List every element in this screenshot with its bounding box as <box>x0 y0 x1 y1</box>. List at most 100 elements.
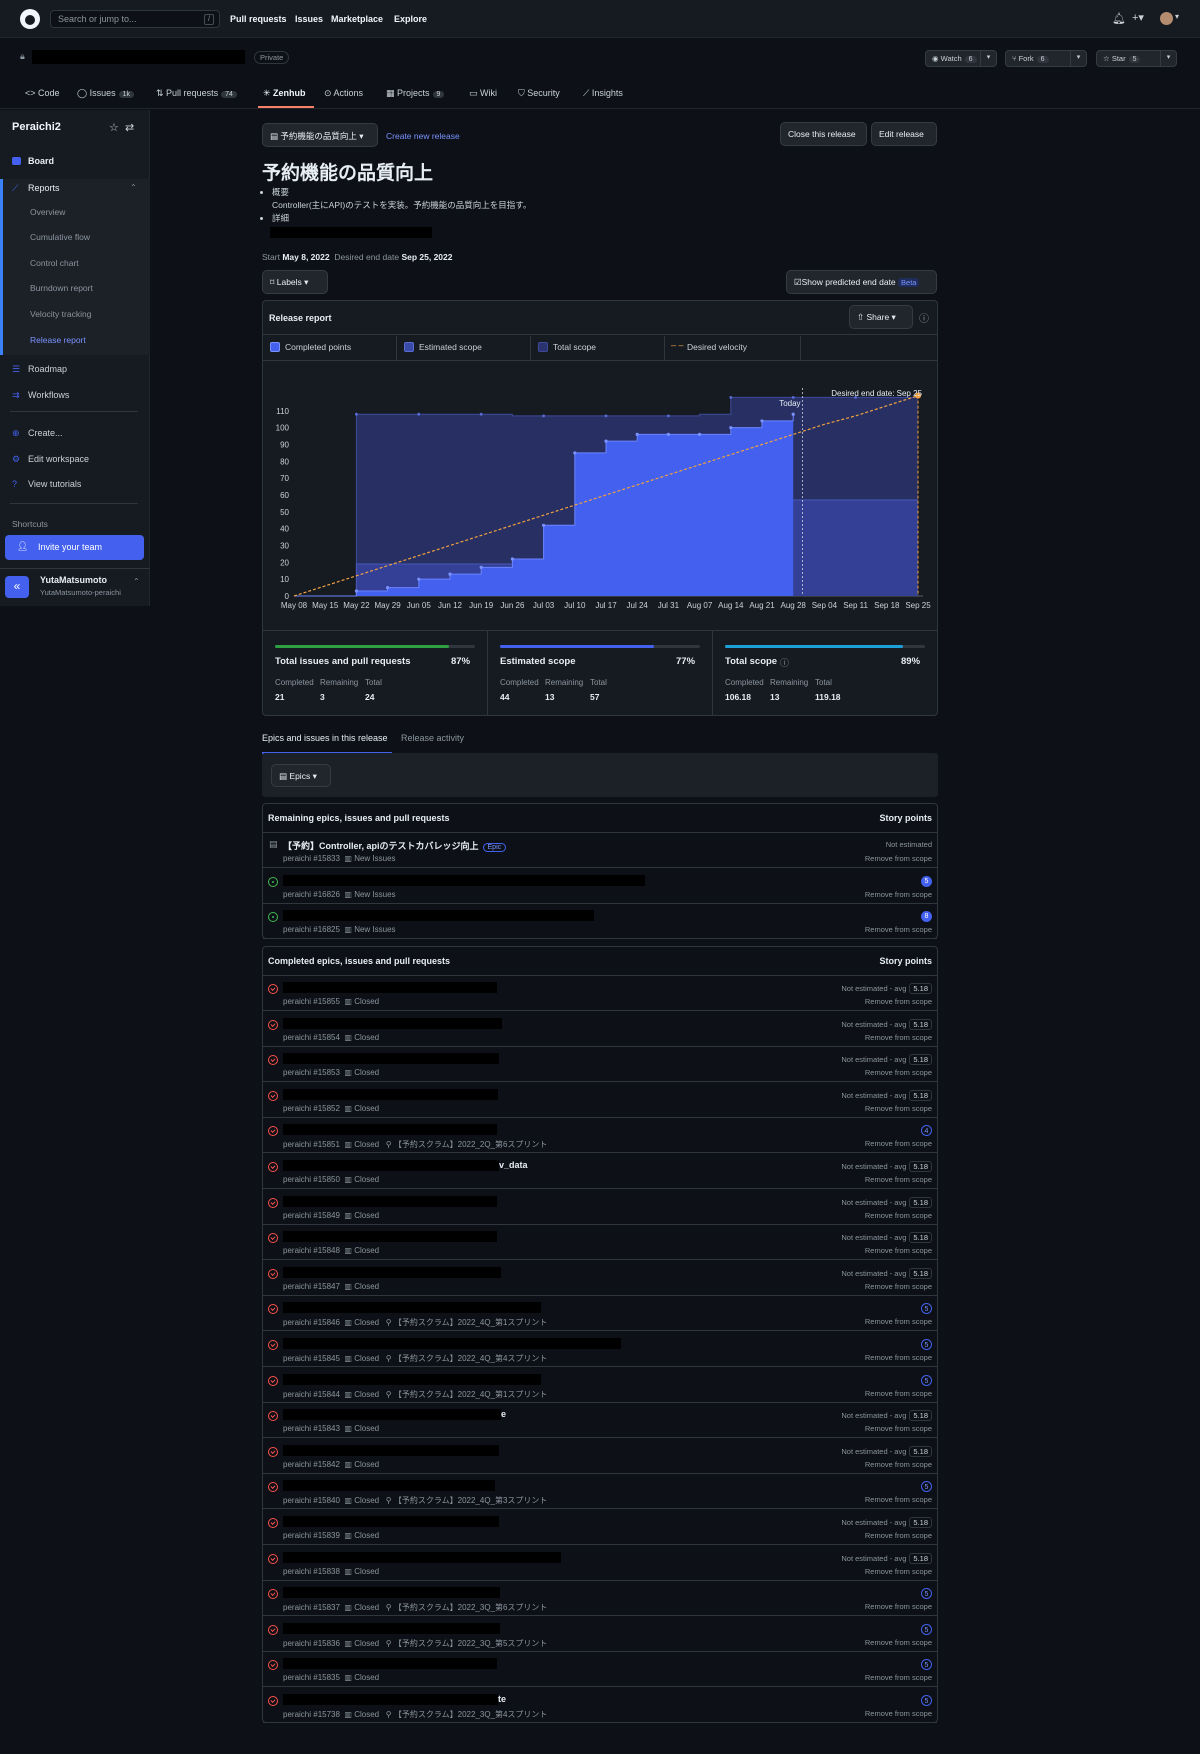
remove-from-scope-link[interactable]: Remove from scope <box>865 1460 932 1469</box>
remove-from-scope-link[interactable]: Remove from scope <box>865 1531 932 1540</box>
tab-epics-and-issues[interactable]: Epics and issues in this release <box>262 733 388 743</box>
remove-from-scope-link[interactable]: Remove from scope <box>865 1282 932 1291</box>
tab-pull-requests[interactable]: ⇅ Pull requests 74 <box>156 88 237 99</box>
tab-issues[interactable]: ◯ Issues 1k <box>77 88 134 99</box>
table-row[interactable]: peraichi #15839 ▥ Closed Not estimated - … <box>263 1510 937 1545</box>
tab-actions[interactable]: ⊙ Actions <box>324 88 363 99</box>
info-icon[interactable]: ⓘ <box>780 656 789 669</box>
watch-dropdown-button[interactable]: ▾ <box>980 50 997 67</box>
star-dropdown-button[interactable]: ▾ <box>1160 50 1177 67</box>
star-icon[interactable]: ☆ <box>109 121 119 134</box>
issue-number[interactable]: peraichi #15837 <box>283 1603 340 1612</box>
tab-wiki[interactable]: ▭ Wiki <box>469 88 497 99</box>
remove-from-scope-link[interactable]: Remove from scope <box>865 1353 932 1362</box>
tab-security[interactable]: ⛉ Security <box>518 88 560 99</box>
table-row[interactable]: peraichi #15855 ▥ Closed Not estimated - … <box>263 976 937 1011</box>
remove-from-scope-link[interactable]: Remove from scope <box>865 1602 932 1611</box>
edit-release-button[interactable]: Edit release <box>871 122 937 146</box>
remove-from-scope-link[interactable]: Remove from scope <box>865 1033 932 1042</box>
issue-number[interactable]: peraichi #15847 <box>283 1282 340 1291</box>
legend-total-scope[interactable]: Total scope <box>531 336 665 360</box>
issue-number[interactable]: peraichi #15849 <box>283 1211 340 1220</box>
list-item[interactable]: 8 peraichi #16825 ▥ New Issues Remove from… <box>263 904 937 939</box>
sidebar-item-roadmap[interactable]: Roadmap <box>28 364 67 374</box>
legend-desired-velocity[interactable]: ‒ ‒ Desired velocity <box>665 336 801 360</box>
issue-number[interactable]: peraichi #15836 <box>283 1639 340 1648</box>
sidebar-item-burndown[interactable]: Burndown report <box>30 283 93 293</box>
chevron-up-icon[interactable]: ⌃ <box>130 183 137 192</box>
issue-number[interactable]: peraichi #15852 <box>283 1104 340 1113</box>
table-row[interactable]: peraichi #15842 ▥ Closed Not estimated - … <box>263 1439 937 1474</box>
table-row[interactable]: peraichi #15854 ▥ Closed Not estimated - … <box>263 1012 937 1047</box>
issue-number[interactable]: peraichi #15839 <box>283 1531 340 1540</box>
switch-workspace-icon[interactable]: ⇄ <box>125 121 134 134</box>
table-row[interactable]: peraichi #15838 ▥ Closed Not estimated - … <box>263 1546 937 1581</box>
legend-estimated-scope[interactable]: Estimated scope <box>397 336 531 360</box>
remove-from-scope-link[interactable]: Remove from scope <box>865 1246 932 1255</box>
sidebar-item-control-chart[interactable]: Control chart <box>30 258 79 268</box>
chevron-down-icon[interactable]: ▾ <box>1175 12 1179 21</box>
github-logo-icon[interactable] <box>20 9 40 29</box>
tab-insights[interactable]: ⟋ Insights <box>583 88 623 99</box>
sidebar-item-board[interactable]: Board <box>28 156 54 166</box>
table-row[interactable]: peraichi #15844 ▥ Closed ⚲ 【予約スクラム】2022_… <box>263 1368 937 1403</box>
table-row[interactable]: peraichi #15853 ▥ Closed Not estimated - … <box>263 1047 937 1083</box>
remove-from-scope-link[interactable]: Remove from scope <box>865 925 932 934</box>
close-release-button[interactable]: Close this release <box>780 122 867 146</box>
plus-icon[interactable]: +▾ <box>1132 11 1144 24</box>
table-row[interactable]: peraichi #15840 ▥ Closed ⚲ 【予約スクラム】2022_… <box>263 1474 937 1510</box>
remove-from-scope-link[interactable]: Remove from scope <box>865 1068 932 1077</box>
remove-from-scope-link[interactable]: Remove from scope <box>865 1211 932 1220</box>
table-row[interactable]: peraichi #15849 ▥ Closed Not estimated - … <box>263 1190 937 1225</box>
remove-from-scope-link[interactable]: Remove from scope <box>865 890 932 899</box>
sidebar-item-workflows[interactable]: Workflows <box>28 390 69 400</box>
share-button[interactable]: ⇧ Share ▾ <box>849 305 913 329</box>
star-button[interactable]: ☆ Star 5 <box>1096 50 1164 67</box>
table-row[interactable]: peraichi #15845 ▥ Closed ⚲ 【予約スクラム】2022_… <box>263 1332 937 1367</box>
remove-from-scope-link[interactable]: Remove from scope <box>865 1139 932 1148</box>
table-row[interactable]: e peraichi #15843 ▥ Closed Not estimated -… <box>263 1403 937 1439</box>
table-row[interactable]: peraichi #15851 ▥ Closed ⚲ 【予約スクラム】2022_… <box>263 1118 937 1154</box>
sidebar-item-edit-workspace[interactable]: Edit workspace <box>28 454 89 464</box>
table-row[interactable]: peraichi #15835 ▥ Closed 5 Remove from sco… <box>263 1652 937 1688</box>
issue-number[interactable]: peraichi #15843 <box>283 1424 340 1433</box>
remove-from-scope-link[interactable]: Remove from scope <box>865 1317 932 1326</box>
epics-button[interactable]: ▤ Epics ▾ <box>271 764 331 787</box>
bell-icon[interactable]: 🔔︎ <box>1112 12 1126 25</box>
issue-number[interactable]: peraichi #15838 <box>283 1567 340 1576</box>
item-title[interactable]: 【予約】Controller, apiのテストカバレッジ向上 Epic <box>283 839 507 852</box>
create-new-release-link[interactable]: Create new release <box>386 131 460 141</box>
fork-button[interactable]: ⑂ Fork 6 <box>1005 50 1074 67</box>
table-row[interactable]: peraichi #15846 ▥ Closed ⚲ 【予約スクラム】2022_… <box>263 1296 937 1332</box>
issue-number[interactable]: peraichi #15833 <box>283 854 340 863</box>
issue-number[interactable]: peraichi #15853 <box>283 1068 340 1077</box>
sidebar-item-view-tutorials[interactable]: View tutorials <box>28 479 81 489</box>
remove-from-scope-link[interactable]: Remove from scope <box>865 1389 932 1398</box>
table-row[interactable]: peraichi #15852 ▥ Closed Not estimated - … <box>263 1083 937 1118</box>
issue-number[interactable]: peraichi #15850 <box>283 1175 340 1184</box>
tab-zenhub[interactable]: ✳ Zenhub <box>263 88 306 99</box>
table-row[interactable]: te peraichi #15738 ▥ Closed ⚲ 【予約スクラム】202… <box>263 1688 937 1723</box>
list-item[interactable]: ▤ 【予約】Controller, apiのテストカバレッジ向上 Epic Not e… <box>263 833 937 868</box>
search-input[interactable]: Search or jump to... / <box>50 10 220 28</box>
help-icon[interactable]: ⓘ <box>919 310 929 325</box>
nav-pull-requests[interactable]: Pull requests <box>230 14 287 24</box>
table-row[interactable]: peraichi #15837 ▥ Closed ⚲ 【予約スクラム】2022_… <box>263 1581 937 1617</box>
issue-number[interactable]: peraichi #15851 <box>283 1140 340 1149</box>
nav-explore[interactable]: Explore <box>394 14 427 24</box>
remove-from-scope-link[interactable]: Remove from scope <box>865 1567 932 1576</box>
nav-issues[interactable]: Issues <box>295 14 323 24</box>
sidebar-item-overview[interactable]: Overview <box>30 207 65 217</box>
chevron-up-icon[interactable]: ⌃ <box>133 577 140 586</box>
remove-from-scope-link[interactable]: Remove from scope <box>865 1638 932 1647</box>
issue-number[interactable]: peraichi #15738 <box>283 1710 340 1719</box>
sidebar-item-create[interactable]: Create... <box>28 428 63 438</box>
tab-release-activity[interactable]: Release activity <box>401 733 464 743</box>
show-predicted-end-date-button[interactable]: ☑Show predicted end date Beta <box>786 270 937 294</box>
fork-dropdown-button[interactable]: ▾ <box>1070 50 1087 67</box>
remove-from-scope-link[interactable]: Remove from scope <box>865 1104 932 1113</box>
issue-number[interactable]: peraichi #15842 <box>283 1460 340 1469</box>
remove-from-scope-link[interactable]: Remove from scope <box>865 1175 932 1184</box>
avatar[interactable] <box>1160 12 1173 25</box>
issue-number[interactable]: peraichi #15854 <box>283 1033 340 1042</box>
